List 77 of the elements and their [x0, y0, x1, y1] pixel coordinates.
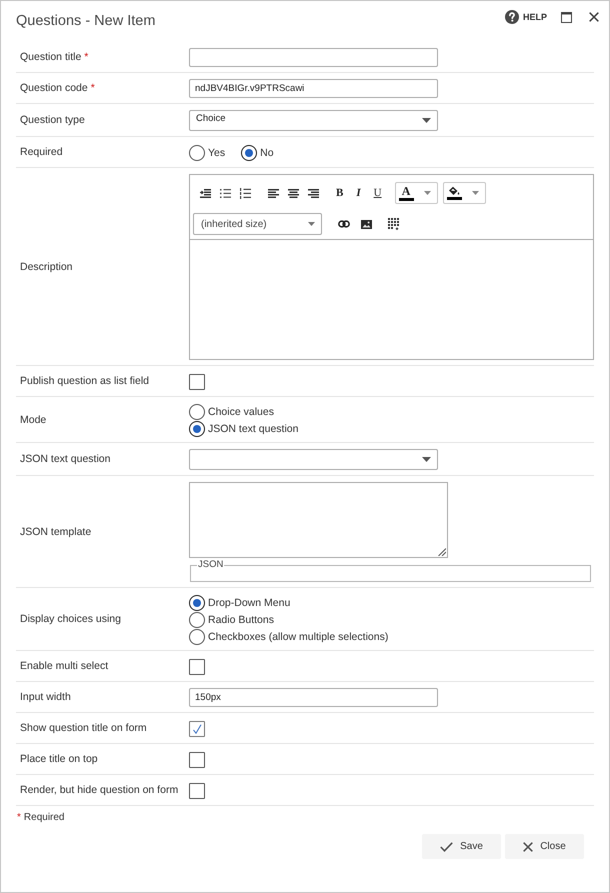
option-label: Radio Buttons: [208, 614, 274, 626]
window-title: Questions - New Item: [16, 12, 156, 31]
text-field[interactable]: [189, 48, 438, 67]
radio-button[interactable]: [189, 612, 205, 628]
option-label: Drop-Down Menu: [208, 596, 290, 608]
caret-icon: [424, 191, 431, 195]
check-icon: [192, 724, 202, 734]
field-label: Required: [20, 146, 63, 159]
caret-icon: [422, 457, 431, 462]
field-label: Enable multi select: [20, 660, 108, 673]
radio-button[interactable]: [189, 594, 205, 610]
field-label: Question title: [20, 51, 82, 64]
caret-icon: [308, 222, 315, 226]
indent-icon[interactable]: [200, 188, 211, 198]
field-label: JSON template: [20, 526, 92, 538]
check-icon: [440, 842, 454, 852]
required-note: Required: [24, 812, 64, 824]
radio-button[interactable]: [241, 144, 258, 160]
underline-button[interactable]: U: [374, 187, 382, 199]
field-label: Description: [20, 260, 73, 274]
radio-button[interactable]: [189, 628, 205, 644]
dropdown[interactable]: Choice: [189, 110, 438, 131]
maximize-icon[interactable]: [561, 12, 572, 22]
option-label: Checkboxes (allow multiple selections): [208, 630, 388, 642]
radio-button[interactable]: [189, 420, 205, 436]
color-swatch-icon: [398, 198, 414, 200]
align-right-icon[interactable]: [308, 188, 319, 198]
option-label: JSON text question: [208, 422, 298, 434]
option-label: Choice values: [208, 406, 274, 418]
field-label: Publish question as list field: [20, 375, 149, 388]
close-icon[interactable]: [589, 12, 599, 22]
checkbox[interactable]: [189, 658, 205, 674]
text-color-button[interactable]: A: [394, 182, 438, 204]
field-label: Question type: [20, 114, 85, 127]
option-label: No: [260, 146, 274, 158]
checkbox[interactable]: [189, 374, 205, 390]
checkbox[interactable]: [189, 752, 205, 768]
field-label: Mode: [20, 414, 46, 426]
image-icon[interactable]: [361, 220, 372, 228]
field-label: Input width: [20, 691, 71, 704]
link-icon[interactable]: [338, 220, 350, 228]
align-left-icon[interactable]: [268, 188, 279, 198]
field-label: Show question title on form: [20, 722, 147, 735]
field-label: Display choices using: [20, 613, 121, 626]
text-field[interactable]: ndJBV4BIGr.v9PTRScawi: [189, 79, 438, 98]
caret-icon: [422, 118, 431, 123]
field-label: JSON text question: [20, 453, 110, 466]
required-mark: *: [90, 82, 95, 95]
checkbox[interactable]: [189, 782, 205, 798]
help-button[interactable]: HELP: [504, 10, 547, 24]
radio-button[interactable]: [189, 404, 205, 420]
color-swatch-icon: [446, 197, 462, 200]
caret-icon: [472, 191, 479, 195]
resize-grip-icon[interactable]: [438, 548, 446, 556]
field-label: Render, but hide question on form: [20, 784, 178, 797]
font-size-dropdown[interactable]: (inherited size): [193, 213, 322, 235]
numbered-list-icon[interactable]: [240, 188, 251, 198]
close-button[interactable]: Close: [505, 834, 584, 859]
save-button[interactable]: Save: [422, 834, 501, 859]
field-label: Question code: [20, 82, 88, 95]
bold-button[interactable]: B: [336, 187, 344, 199]
required-mark: *: [84, 51, 88, 64]
help-icon: [504, 10, 519, 24]
highlight-color-button[interactable]: [442, 182, 486, 204]
fieldset-legend: JSON: [197, 560, 224, 570]
text-field[interactable]: 150px: [189, 688, 438, 707]
bulleted-list-icon[interactable]: [220, 188, 231, 198]
close-icon: [523, 842, 534, 852]
italic-button[interactable]: I: [356, 187, 361, 199]
required-mark: *: [17, 812, 21, 824]
option-label: Yes: [208, 146, 226, 158]
checkbox[interactable]: [189, 720, 205, 736]
align-center-icon[interactable]: [288, 188, 299, 198]
table-icon[interactable]: [388, 218, 400, 230]
field-label: Place title on top: [20, 753, 98, 766]
paint-bucket-icon: [448, 186, 460, 196]
radio-button[interactable]: [189, 144, 205, 160]
